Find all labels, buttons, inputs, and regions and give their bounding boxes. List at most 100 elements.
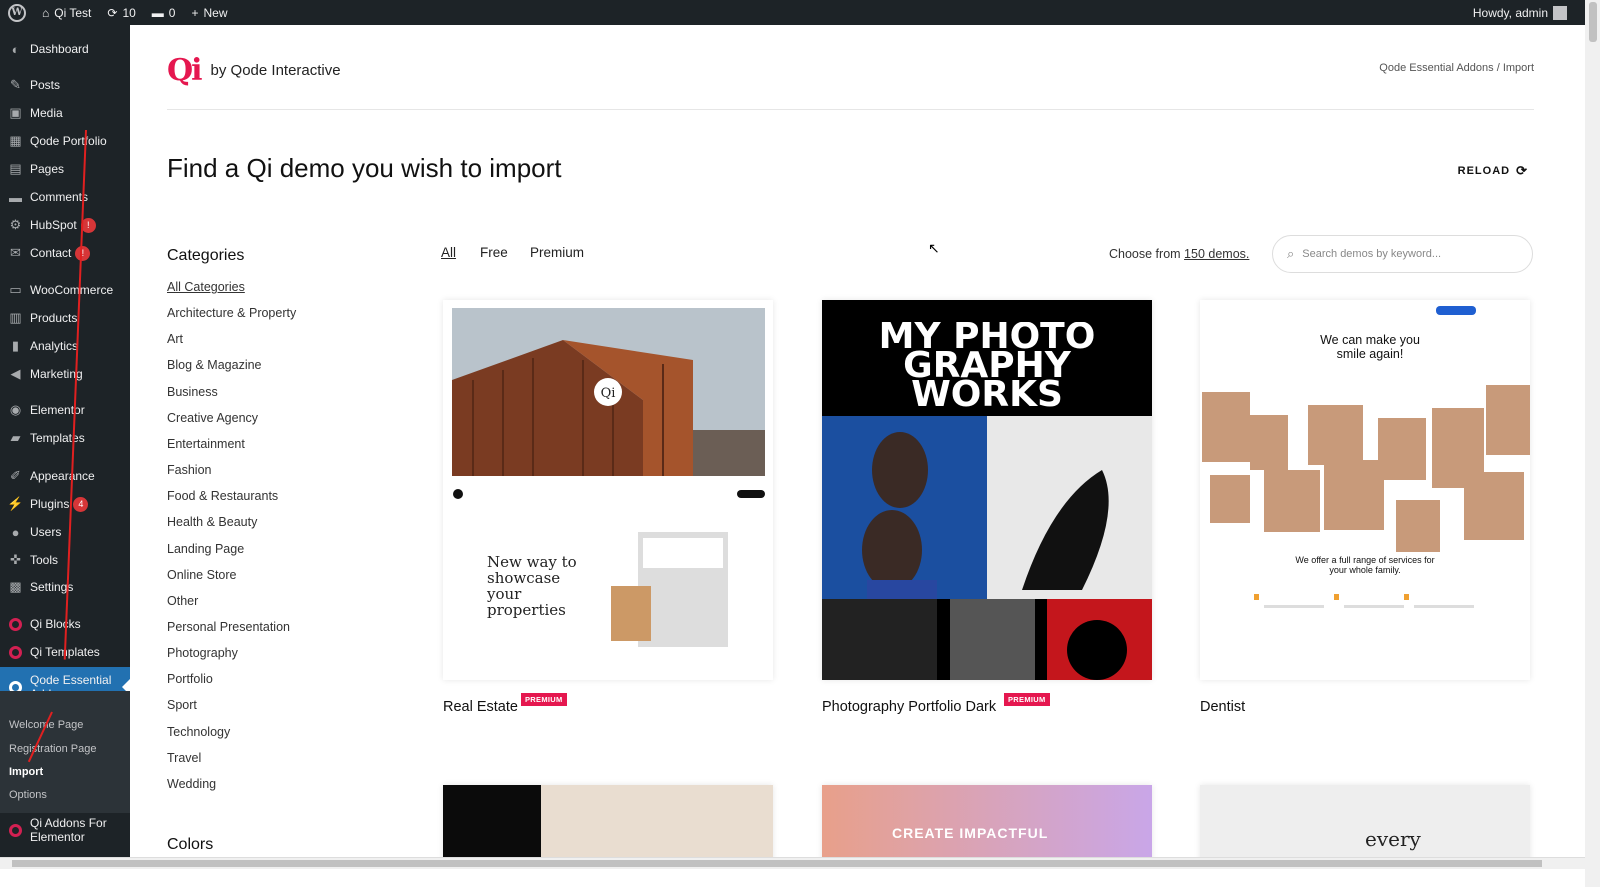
- settings-icon: ▩: [9, 579, 22, 594]
- submenu-item-import[interactable]: Import: [9, 766, 43, 778]
- updates-link[interactable]: ⟳ 10: [99, 0, 143, 25]
- vertical-scrollbar[interactable]: [1585, 0, 1600, 887]
- demo-card-row2-1[interactable]: [443, 785, 773, 857]
- category-business[interactable]: Business: [167, 385, 218, 399]
- demo-card-dentist[interactable]: We can make you smile again! We offer a …: [1200, 300, 1530, 680]
- category-landing-page[interactable]: Landing Page: [167, 542, 244, 556]
- submenu-item-options[interactable]: Options: [9, 789, 47, 801]
- account-menu[interactable]: Howdy, admin: [1465, 0, 1585, 25]
- horizontal-scrollbar[interactable]: [0, 857, 1585, 869]
- svg-text:Qi: Qi: [601, 386, 616, 401]
- sidebar-item-label: Posts: [30, 78, 61, 92]
- admin-bar: W ⌂ Qi Test ⟳ 10 ▬ 0 + New Howdy, admin: [0, 0, 1585, 25]
- updates-icon: ⟳: [107, 5, 118, 20]
- sidebar-item-label: Appearance: [30, 469, 95, 483]
- sidebar-item-media[interactable]: ▣ Media: [0, 100, 130, 126]
- sidebar-item-hubspot[interactable]: ⚙ HubSpot!: [0, 212, 130, 238]
- sidebar-item-pages[interactable]: ▤ Pages: [0, 156, 130, 182]
- plus-icon: +: [191, 5, 199, 20]
- category-photography[interactable]: Photography: [167, 646, 238, 660]
- sidebar-item-label: Qode Portfolio: [30, 134, 107, 148]
- premium-badge: PREMIUM: [521, 693, 567, 706]
- demo-card-row2-2[interactable]: CREATE IMPACTFUL: [822, 785, 1152, 857]
- submenu-item-registration-page[interactable]: Registration Page: [9, 743, 96, 755]
- category-technology[interactable]: Technology: [167, 725, 230, 739]
- dentist-preview-headline: We can make you smile again!: [1320, 333, 1420, 361]
- category-blog-magazine[interactable]: Blog & Magazine: [167, 358, 262, 372]
- sidebar-item-label: Users: [30, 525, 62, 539]
- site-name-link[interactable]: ⌂ Qi Test: [34, 0, 99, 25]
- qi-icon: [8, 645, 23, 660]
- demo-title-real-estate[interactable]: Real Estate: [443, 699, 518, 715]
- sidebar-item-label: Products: [30, 311, 78, 325]
- sidebar-item-label: Elementor: [30, 403, 85, 417]
- sidebar-item-appearance[interactable]: ✐ Appearance: [0, 463, 130, 489]
- grid-icon: ▦: [9, 133, 22, 148]
- sidebar-item-products[interactable]: ▥ Products: [0, 305, 130, 331]
- divider: [167, 109, 1534, 110]
- premium-badge: PREMIUM: [1004, 693, 1050, 706]
- sidebar-item-tools[interactable]: ✜ Tools: [0, 547, 130, 573]
- comments-link[interactable]: ▬ 0: [144, 0, 184, 25]
- sidebar-item-plugins[interactable]: ⚡ Plugins 4: [0, 491, 130, 517]
- demo-title-dentist[interactable]: Dentist: [1200, 699, 1245, 715]
- vertical-scrollbar-thumb[interactable]: [1589, 2, 1597, 42]
- sidebar-item-templates[interactable]: ▰ Templates: [0, 425, 130, 451]
- sidebar-item-marketing[interactable]: ◀ Marketing: [0, 361, 130, 387]
- category-creative-agency[interactable]: Creative Agency: [167, 411, 258, 425]
- sidebar-item-label: Pages: [30, 162, 65, 176]
- category-architecture-property[interactable]: Architecture & Property: [167, 306, 296, 320]
- sidebar-item-analytics[interactable]: ▮ Analytics: [0, 333, 130, 359]
- category-sport[interactable]: Sport: [167, 698, 197, 712]
- wordpress-logo-button[interactable]: W: [0, 0, 34, 25]
- chart-icon: ▮: [11, 338, 20, 353]
- mouse-cursor-icon: ↖: [928, 240, 940, 256]
- sidebar-item-elementor[interactable]: ◉ Elementor: [0, 397, 130, 423]
- sidebar-item-label: Templates: [30, 431, 85, 445]
- sidebar-item-qode-portfolio[interactable]: ▦ Qode Portfolio: [0, 128, 130, 154]
- sidebar-item-settings[interactable]: ▩ Settings: [0, 574, 130, 600]
- category-wedding[interactable]: Wedding: [167, 777, 216, 791]
- search-input[interactable]: ⌕ Search demos by keyword...: [1272, 235, 1533, 273]
- notification-badge: !: [75, 245, 91, 261]
- category-health-beauty[interactable]: Health & Beauty: [167, 515, 257, 529]
- filter-all[interactable]: All: [441, 245, 456, 260]
- sidebar-item-posts[interactable]: ✎ Posts: [0, 72, 130, 98]
- category-travel[interactable]: Travel: [167, 751, 201, 765]
- reload-button[interactable]: RELOAD ⟳: [1458, 163, 1528, 179]
- sidebar-item-dashboard[interactable]: ◐ Dashboard: [0, 36, 130, 62]
- brush-icon: ✐: [10, 468, 21, 483]
- dentist-preview-subtext: We offer a full range of services for yo…: [1295, 555, 1435, 575]
- demo-title-photography-portfolio-dark[interactable]: Photography Portfolio Dark: [822, 699, 996, 715]
- sidebar-item-users[interactable]: ● Users: [0, 519, 130, 545]
- breadcrumb: Qode Essential Addons / Import: [1379, 62, 1534, 74]
- demo-count-link[interactable]: 150 demos.: [1184, 247, 1249, 261]
- hubspot-icon: ⚙: [9, 217, 22, 232]
- sidebar-item-qi-addons-for-elementor[interactable]: Qi Addons For Elementor: [0, 814, 130, 846]
- sidebar-item-contact[interactable]: ✉ Contact!: [0, 240, 130, 266]
- category-entertainment[interactable]: Entertainment: [167, 437, 245, 451]
- category-art[interactable]: Art: [167, 332, 183, 346]
- qi-logo-icon: Qi: [167, 53, 203, 88]
- category-other[interactable]: Other: [167, 594, 198, 608]
- sidebar-item-comments[interactable]: ▬ Comments: [0, 184, 130, 210]
- category-online-store[interactable]: Online Store: [167, 568, 236, 582]
- horizontal-scrollbar-thumb[interactable]: [12, 860, 1542, 867]
- category-fashion[interactable]: Fashion: [167, 463, 211, 477]
- category-personal-presentation[interactable]: Personal Presentation: [167, 620, 290, 634]
- demo-card-row2-3[interactable]: every: [1200, 785, 1530, 857]
- sidebar-item-label: Analytics: [30, 339, 79, 353]
- new-content-link[interactable]: + New: [183, 0, 235, 25]
- media-icon: ▣: [9, 105, 22, 120]
- filter-premium[interactable]: Premium: [530, 245, 584, 260]
- demo-card-photography-portfolio-dark[interactable]: MY PHOTO GRAPHY WORKS: [822, 300, 1152, 680]
- category-all-categories[interactable]: All Categories: [167, 280, 245, 294]
- category-food-restaurants[interactable]: Food & Restaurants: [167, 489, 278, 503]
- filter-free[interactable]: Free: [480, 245, 508, 260]
- sidebar-item-woocommerce[interactable]: ▭ WooCommerce: [0, 277, 130, 303]
- sidebar-item-label: Tools: [30, 553, 59, 567]
- demo-card-real-estate[interactable]: Qi New way to showcase your properties: [443, 300, 773, 680]
- category-portfolio[interactable]: Portfolio: [167, 672, 213, 686]
- sidebar-item-label: Qi Blocks: [30, 617, 81, 631]
- card-dark-panel: [443, 785, 541, 857]
